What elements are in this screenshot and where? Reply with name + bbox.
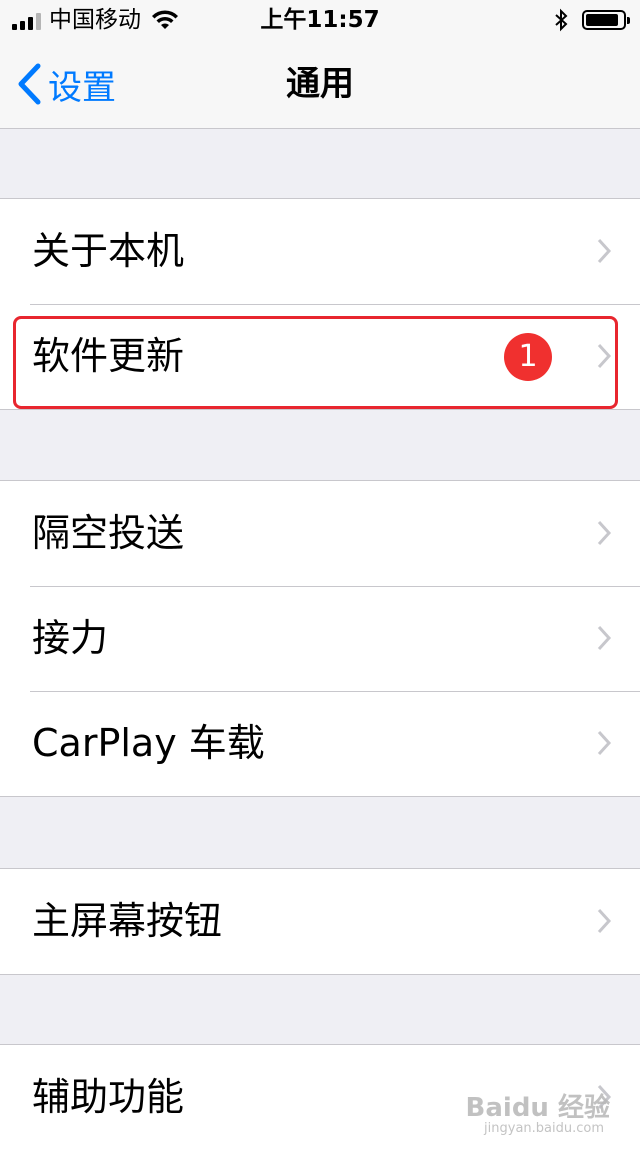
row-about[interactable]: 关于本机 [0,199,640,304]
update-badge: 1 [504,333,552,381]
status-time: 上午11:57 [260,7,380,33]
chevron-right-icon [597,238,612,264]
watermark-url: jingyan.baidu.com [484,1121,604,1136]
page-title: 通用 [286,64,354,104]
bluetooth-icon [555,8,568,32]
chevron-right-icon [597,520,612,546]
navigation-bar: 设置 通用 [0,40,640,129]
row-label: 软件更新 [32,334,185,378]
watermark: Baidu 经验 [465,1093,610,1123]
settings-group-about: 关于本机 软件更新 1 [0,198,640,410]
settings-group-home-button: 主屏幕按钮 [0,868,640,975]
row-carplay[interactable]: CarPlay 车载 [0,691,640,796]
row-software-update[interactable]: 软件更新 1 [0,304,640,409]
row-label: 隔空投送 [32,511,185,555]
settings-group-continuity: 隔空投送 接力 CarPlay 车载 [0,480,640,797]
row-handoff[interactable]: 接力 [0,586,640,691]
status-bar: 中国移动 上午11:57 [0,0,640,40]
chevron-right-icon [597,730,612,756]
chevron-right-icon [597,908,612,934]
chevron-right-icon [597,343,612,369]
battery-level [586,14,618,26]
row-label: 主屏幕按钮 [32,899,223,943]
status-right [554,6,630,34]
row-airdrop[interactable]: 隔空投送 [0,481,640,586]
chevron-right-icon [597,625,612,651]
row-label: CarPlay 车载 [32,721,265,765]
row-label: 关于本机 [32,229,185,273]
row-label: 接力 [32,616,109,660]
row-home-button[interactable]: 主屏幕按钮 [0,869,640,974]
battery-icon [582,10,630,30]
row-label: 辅助功能 [32,1075,185,1119]
